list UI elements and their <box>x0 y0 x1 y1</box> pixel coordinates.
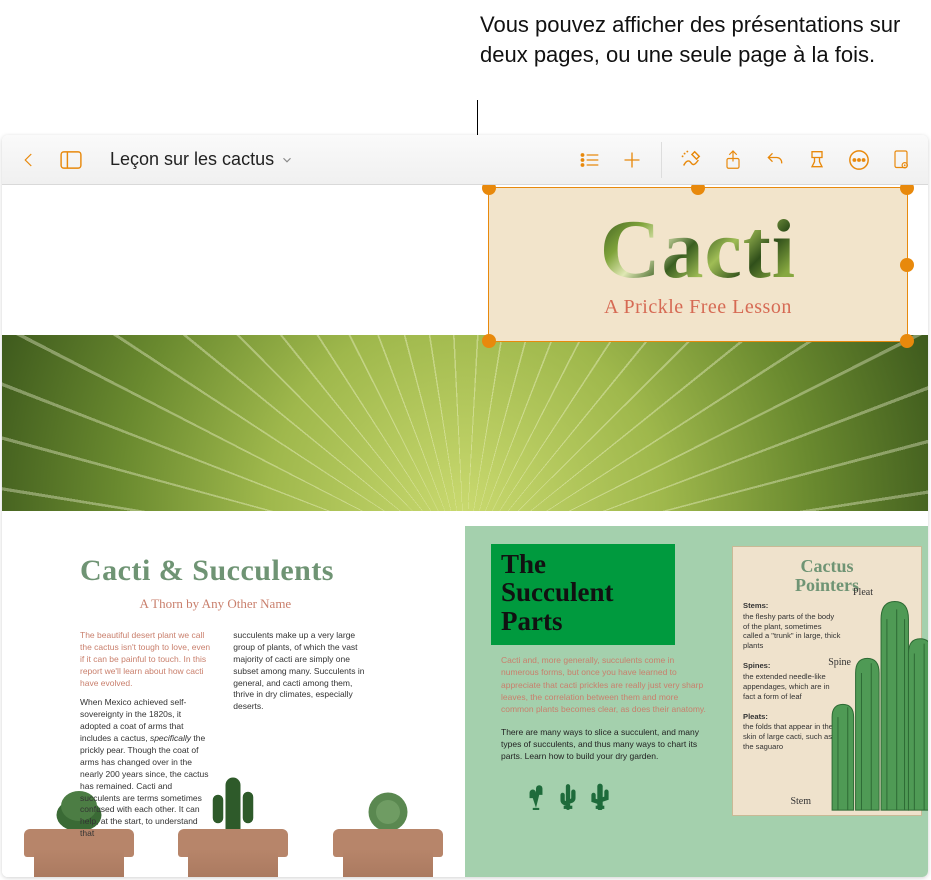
draw-button[interactable] <box>672 141 710 179</box>
outline-button[interactable] <box>571 141 609 179</box>
toolbar-separator <box>661 142 662 178</box>
back-button[interactable] <box>10 141 48 179</box>
page-left[interactable]: Cacti & Succulents A Thorn by Any Other … <box>2 526 465 877</box>
card-label-spine: Spine <box>828 657 851 668</box>
card-label-stem: Stem <box>790 796 811 807</box>
undo-icon <box>764 150 786 170</box>
inspector-button[interactable] <box>882 141 920 179</box>
undo-button[interactable] <box>756 141 794 179</box>
toolbar: Leçon sur les cactus <box>2 135 928 185</box>
right-page-heading: The Succulent Parts <box>491 544 675 645</box>
insert-button[interactable] <box>613 141 651 179</box>
left-paragraph: When Mexico achieved self-sovereignty in… <box>80 697 211 840</box>
right-page-body: Cacti and, more generally, succulents co… <box>501 654 711 763</box>
share-icon <box>724 149 742 171</box>
sidebar-icon <box>60 151 82 169</box>
card-label-pleat: Pleat <box>853 587 873 598</box>
left-page-subtitle: A Thorn by Any Other Name <box>80 596 351 612</box>
left-paragraph: succulents make up a very large group of… <box>233 630 364 713</box>
cover-photo <box>2 335 928 511</box>
pointers-card: CactusPointers Stems:the fleshy parts of… <box>732 546 922 816</box>
page-right[interactable]: The Succulent Parts Cacti and, more gene… <box>465 526 928 877</box>
cover-subtitle: A Prickle Free Lesson <box>604 296 792 319</box>
cover-title-textbox[interactable]: Cacti A Prickle Free Lesson <box>488 187 908 342</box>
more-button[interactable] <box>840 141 878 179</box>
format-button[interactable] <box>798 141 836 179</box>
left-page-title: Cacti & Succulents <box>80 554 427 588</box>
page-spread-2: Cacti & Succulents A Thorn by Any Other … <box>2 526 928 877</box>
chevron-down-icon <box>280 153 294 167</box>
selection-handle[interactable] <box>482 185 496 195</box>
app-window: Leçon sur les cactus <box>2 135 928 877</box>
cactus-icon <box>557 782 579 810</box>
document-icon <box>892 149 910 171</box>
left-page-body: The beautiful desert plant we call the c… <box>80 630 365 840</box>
page-cover[interactable]: Cacti A Prickle Free Lesson <box>2 185 928 511</box>
share-button[interactable] <box>714 141 752 179</box>
draw-icon <box>680 149 702 171</box>
back-chevron-icon <box>20 151 38 169</box>
document-title-dropdown[interactable]: Leçon sur les cactus <box>108 149 300 170</box>
sidebar-button[interactable] <box>52 141 90 179</box>
document-title-text: Leçon sur les cactus <box>110 149 274 170</box>
selection-handle[interactable] <box>900 258 914 272</box>
document-canvas[interactable]: Cacti A Prickle Free Lesson Cacti & Succ… <box>2 185 928 877</box>
selection-handle[interactable] <box>482 334 496 348</box>
list-icon <box>580 151 600 169</box>
ellipsis-icon <box>848 149 870 171</box>
left-intro-paragraph: The beautiful desert plant we call the c… <box>80 630 211 689</box>
right-lead-paragraph: Cacti and, more generally, succulents co… <box>501 654 711 716</box>
card-cactus-illustration <box>823 580 928 815</box>
brush-icon <box>807 149 827 171</box>
callout-text: Vous pouvez afficher des présentations s… <box>480 10 910 69</box>
cover-title: Cacti <box>600 210 796 290</box>
mini-cactus-icons <box>525 782 611 810</box>
selection-handle[interactable] <box>900 334 914 348</box>
cactus-icon <box>589 782 611 810</box>
cactus-icon <box>525 782 547 810</box>
selection-handle[interactable] <box>900 185 914 195</box>
plus-icon <box>622 150 642 170</box>
right-paragraph: There are many ways to slice a succulent… <box>501 726 711 763</box>
